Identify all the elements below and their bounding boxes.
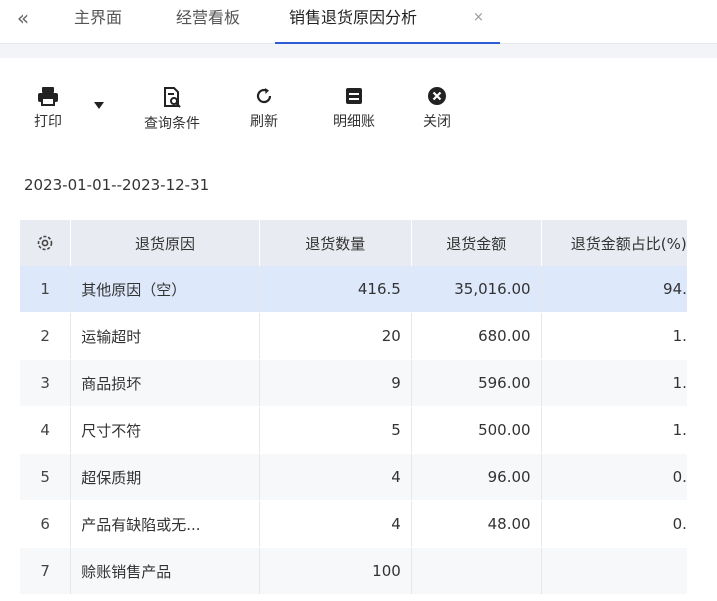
table-row[interactable]: 1 其他原因（空） 416.5 35,016.00 94.80 (20, 266, 717, 314)
gear-icon[interactable] (35, 233, 55, 253)
row-index: 6 (20, 500, 72, 549)
caret-down-icon[interactable] (92, 98, 106, 112)
row-index: 1 (20, 266, 72, 314)
table-row[interactable]: 6 产品有缺陷或无... 4 48.00 0.13 (20, 500, 717, 549)
reason-cell: 其他原因（空） (70, 266, 260, 314)
detail-label: 明细账 (333, 114, 375, 130)
table-header-row: 退货原因 退货数量 退货金额 退货金额占比(%) (20, 220, 717, 266)
row-index: 5 (20, 453, 72, 502)
tab-bar: « 主界面 经营看板 销售退货原因分析 × (0, 0, 717, 44)
table-row[interactable]: 2 运输超时 20 680.00 1.84 (20, 312, 717, 361)
column-header-reason[interactable]: 退货原因 (70, 220, 260, 266)
quantity-cell: 416.5 (259, 266, 412, 314)
print-button[interactable]: 打印 (32, 86, 64, 131)
amount-cell: 96.00 (411, 453, 542, 502)
close-circle-icon (428, 87, 446, 105)
amount-cell: 596.00 (411, 359, 542, 408)
table-row[interactable]: 3 商品损坏 9 596.00 1.61 (20, 359, 717, 408)
query-conditions-button[interactable]: 查询条件 (134, 86, 210, 133)
quantity-cell: 4 (259, 453, 412, 502)
reason-cell: 商品损坏 (70, 359, 260, 408)
date-range-text: 2023-01-01--2023-12-31 (24, 176, 210, 194)
row-index: 2 (20, 312, 72, 361)
tab-sales-return-analysis[interactable]: 销售退货原因分析 × (275, 0, 500, 44)
ledger-icon (346, 88, 362, 104)
content-separator (0, 44, 717, 58)
column-header-quantity[interactable]: 退货数量 (259, 220, 412, 266)
row-index: 7 (20, 547, 72, 595)
table-scroll-area[interactable] (687, 220, 717, 595)
query-document-icon (164, 87, 181, 108)
refresh-button[interactable]: 刷新 (244, 86, 284, 131)
amount-cell: 35,016.00 (411, 266, 542, 314)
row-index: 4 (20, 406, 72, 455)
print-label: 打印 (34, 114, 62, 130)
query-label: 查询条件 (144, 116, 200, 132)
tab-main[interactable]: 主界面 (74, 0, 122, 44)
row-index: 3 (20, 359, 72, 408)
amount-cell: 680.00 (411, 312, 542, 361)
toolbar: 打印 查询条件 刷新 明细账 关闭 (0, 58, 717, 158)
reason-cell: 超保质期 (70, 453, 260, 502)
return-reason-table: 退货原因 退货数量 退货金额 退货金额占比(%) 1 其他原因（空） 416.5… (20, 220, 717, 595)
refresh-label: 刷新 (250, 114, 278, 130)
table-row[interactable]: 4 尺寸不符 5 500.00 1.35 (20, 406, 717, 455)
amount-cell: 48.00 (411, 500, 542, 549)
amount-cell (411, 547, 542, 595)
quantity-cell: 5 (259, 406, 412, 455)
table-row[interactable]: 5 超保质期 4 96.00 0.26 (20, 453, 717, 502)
quantity-cell: 4 (259, 500, 412, 549)
reason-cell: 运输超时 (70, 312, 260, 361)
column-header-amount[interactable]: 退货金额 (411, 220, 542, 266)
reason-cell: 尺寸不符 (70, 406, 260, 455)
column-settings[interactable] (20, 220, 72, 266)
table-row[interactable]: 7 赊账销售产品 100 (20, 547, 717, 595)
reason-cell: 赊账销售产品 (70, 547, 260, 595)
printer-icon (38, 87, 58, 106)
quantity-cell: 9 (259, 359, 412, 408)
close-button[interactable]: 关闭 (417, 86, 457, 131)
amount-cell: 500.00 (411, 406, 542, 455)
double-chevron-left-icon[interactable]: « (10, 4, 36, 32)
tab-dashboard[interactable]: 经营看板 (176, 0, 240, 44)
quantity-cell: 20 (259, 312, 412, 361)
reason-cell: 产品有缺陷或无... (70, 500, 260, 549)
quantity-cell: 100 (259, 547, 412, 595)
detail-ledger-button[interactable]: 明细账 (322, 86, 386, 131)
tab-label: 销售退货原因分析 (289, 8, 418, 27)
refresh-icon (256, 88, 272, 104)
close-label: 关闭 (423, 114, 451, 130)
close-tab-icon[interactable]: × (473, 0, 484, 36)
